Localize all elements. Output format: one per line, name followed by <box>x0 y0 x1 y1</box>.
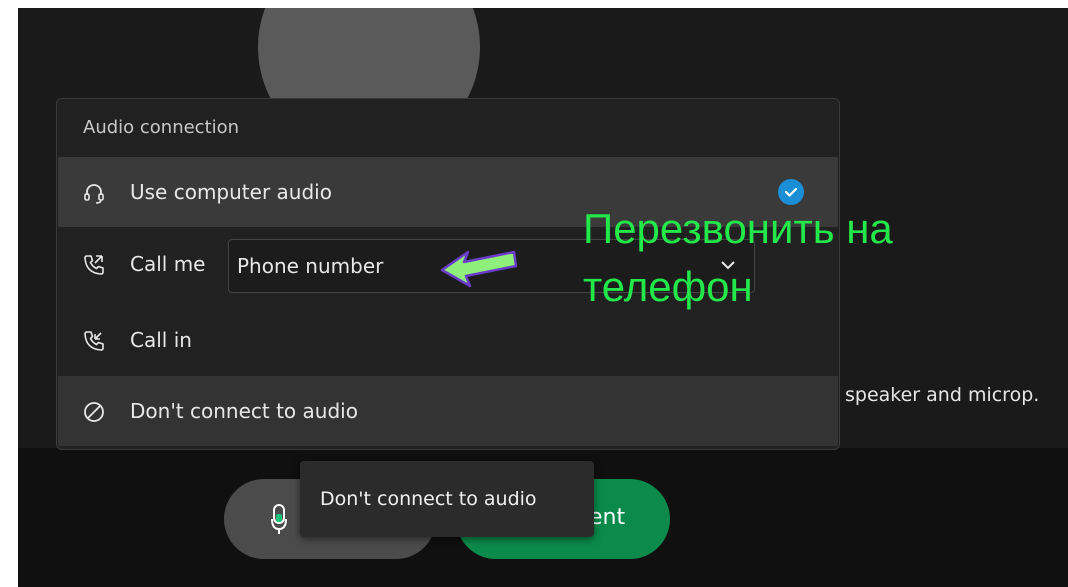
tooltip-text: Don't connect to audio <box>320 488 537 510</box>
meeting-window: speaker and microp. ent Don't connect to… <box>18 8 1068 587</box>
option-label: Use computer audio <box>130 180 332 204</box>
annotation-line-1: Перезвонить на <box>583 205 893 252</box>
option-label: Call in <box>130 328 192 352</box>
microphone-icon <box>271 504 287 534</box>
panel-title: Audio connection <box>83 117 240 138</box>
tooltip: Don't connect to audio <box>300 461 594 537</box>
headset-icon <box>84 184 104 204</box>
block-icon <box>84 402 104 422</box>
option-label: Don't connect to audio <box>130 399 358 423</box>
annotation-arrow-icon <box>440 250 518 288</box>
join-button-label: ent <box>589 505 626 530</box>
option-dont-connect-audio[interactable]: Don't connect to audio <box>58 376 838 446</box>
option-label: Call me <box>130 252 206 276</box>
phone-outgoing-icon <box>84 255 104 275</box>
speaker-hint-text: speaker and microp. <box>845 384 1040 406</box>
phone-incoming-icon <box>84 331 104 351</box>
annotation-line-2: телефон <box>583 263 753 310</box>
annotation-text: Перезвонить на телефон <box>583 200 893 316</box>
